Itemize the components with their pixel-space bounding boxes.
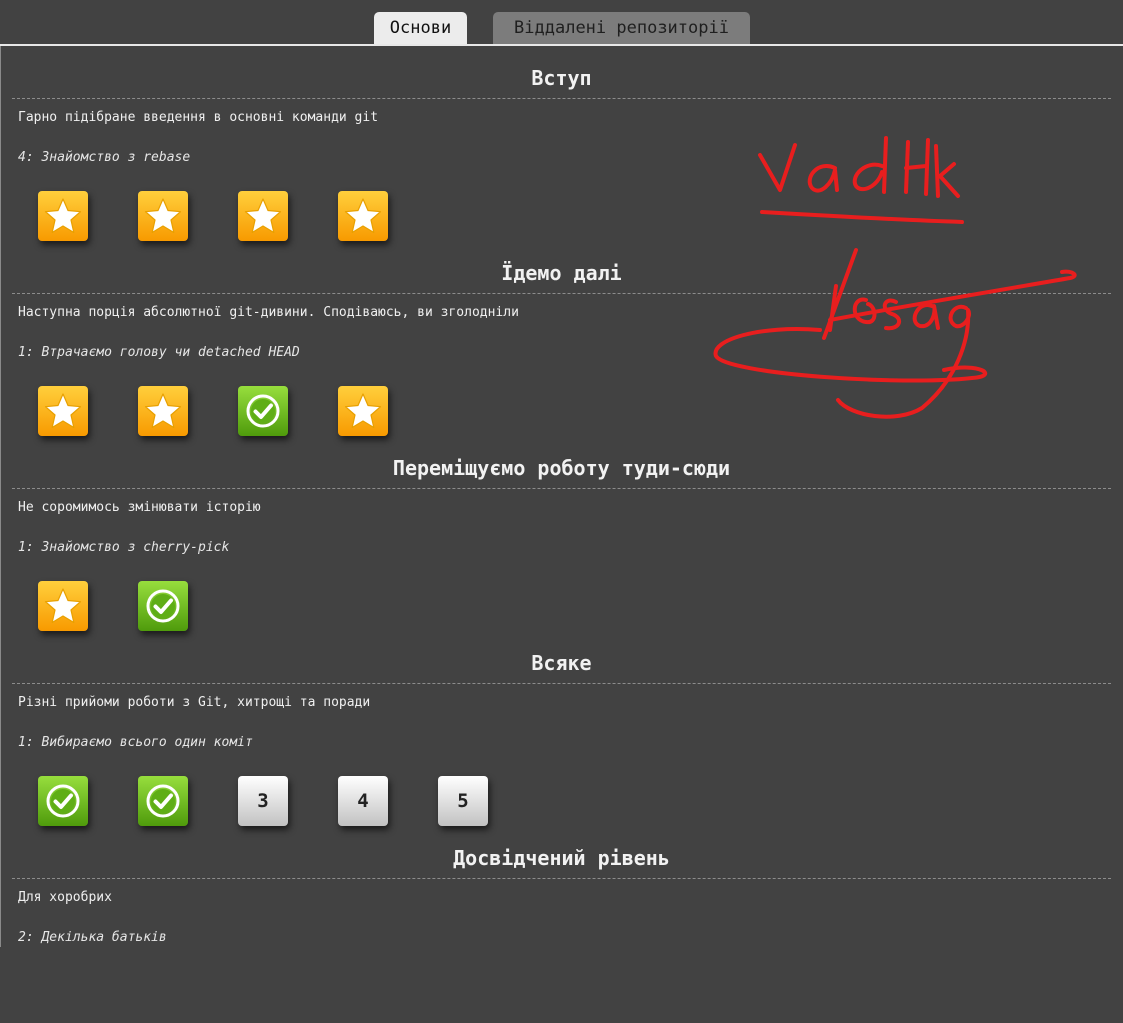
level-button[interactable] (38, 776, 88, 826)
checkmark-icon (243, 391, 283, 431)
section-title: Всяке (531, 651, 592, 675)
tab-bar: Основи Віддалені репозиторії (0, 0, 1123, 46)
level-button[interactable] (238, 386, 288, 436)
level-button[interactable] (238, 191, 288, 241)
level-button[interactable]: 5 (438, 776, 488, 826)
level-section: Вступ Гарно підібране введення в основні … (0, 48, 1123, 243)
checkmark-icon (143, 781, 183, 821)
level-button[interactable] (138, 191, 188, 241)
level-button[interactable] (138, 581, 188, 631)
star-icon (143, 391, 183, 431)
section-title: Вступ (531, 66, 592, 90)
star-icon (43, 586, 83, 626)
current-level-label: 1: Знайомство з cherry-pick (18, 540, 230, 555)
section-description: Не соромимось змінювати історію (18, 500, 261, 515)
section-divider (12, 488, 1111, 489)
section-divider (12, 293, 1111, 294)
star-icon (43, 196, 83, 236)
star-icon (343, 196, 383, 236)
level-sections: Вступ Гарно підібране введення в основні … (0, 48, 1123, 1023)
level-section: Всяке Різні прийоми роботи з Git, хитрощі… (0, 633, 1123, 828)
level-section: Їдемо далі Наступна порція абсолютної git… (0, 243, 1123, 438)
level-number: 3 (257, 790, 269, 812)
tab-basics[interactable]: Основи (374, 12, 467, 44)
level-button[interactable]: 4 (338, 776, 388, 826)
tab-remote-repositories[interactable]: Віддалені репозиторії (493, 12, 750, 44)
current-level-label: 1: Втрачаємо голову чи detached HEAD (18, 345, 300, 360)
checkmark-icon (43, 781, 83, 821)
section-description: Гарно підібране введення в основні коман… (18, 110, 379, 125)
current-level-label: 4: Знайомство з rebase (18, 150, 191, 165)
section-title: Переміщуємо роботу туди-сюди (392, 456, 731, 480)
tab-divider (0, 44, 1123, 46)
level-button[interactable] (338, 386, 388, 436)
section-divider (12, 683, 1111, 684)
star-icon (243, 196, 283, 236)
star-icon (343, 391, 383, 431)
current-level-label: 2: Декілька батьків (18, 930, 167, 945)
section-divider (12, 98, 1111, 99)
level-button[interactable]: 3 (238, 776, 288, 826)
section-title: Досвідчений рівень (453, 846, 670, 870)
level-button[interactable] (38, 581, 88, 631)
level-button[interactable] (338, 191, 388, 241)
level-button[interactable] (138, 776, 188, 826)
star-icon (43, 391, 83, 431)
section-divider (12, 878, 1111, 879)
level-section: Переміщуємо роботу туди-сюди Не соромимос… (0, 438, 1123, 633)
section-title: Їдемо далі (501, 261, 622, 285)
level-button[interactable] (138, 386, 188, 436)
level-section: Досвідчений рівень Для хоробрих 2: Декільк… (0, 828, 1123, 1023)
section-description: Для хоробрих (18, 890, 112, 905)
level-number: 4 (357, 790, 369, 812)
star-icon (143, 196, 183, 236)
level-button[interactable] (38, 386, 88, 436)
current-level-label: 1: Вибираємо всього один коміт (18, 735, 253, 750)
section-description: Наступна порція абсолютної git-дивини. С… (18, 305, 519, 320)
section-description: Різні прийоми роботи з Git, хитрощі та п… (18, 695, 371, 710)
level-button[interactable] (38, 191, 88, 241)
checkmark-icon (143, 586, 183, 626)
level-number: 5 (457, 790, 469, 812)
